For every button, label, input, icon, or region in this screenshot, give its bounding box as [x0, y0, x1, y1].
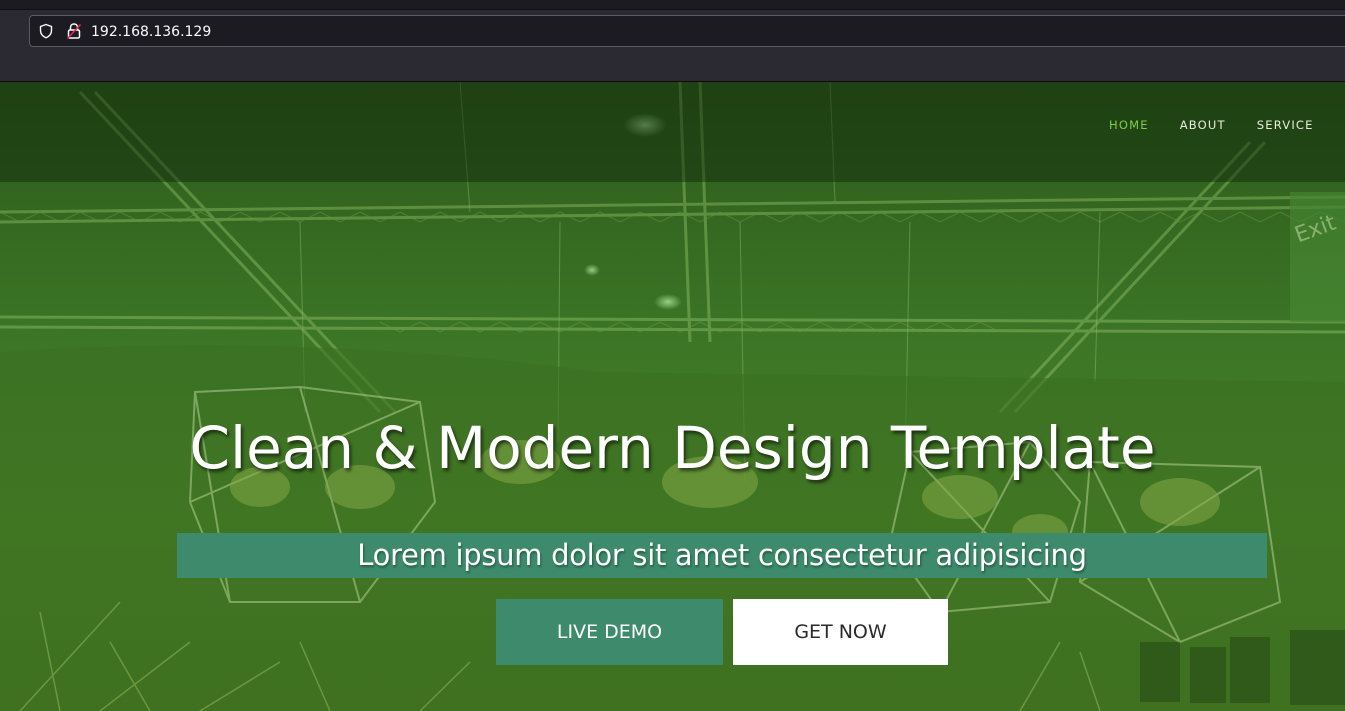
top-navbar: HOME ABOUT SERVICE	[0, 82, 1345, 182]
address-bar[interactable]: 192.168.136.129	[29, 15, 1345, 47]
nav-item-about: ABOUT	[1180, 116, 1226, 134]
nav-link-about[interactable]: ABOUT	[1180, 118, 1226, 132]
nav-link-service[interactable]: SERVICE	[1257, 118, 1314, 132]
nav-menu: HOME ABOUT SERVICE	[1109, 116, 1314, 134]
hero-subtitle: Lorem ipsum dolor sit amet consectetur a…	[357, 538, 1087, 572]
url-text: 192.168.136.129	[91, 24, 212, 40]
nav-item-service: SERVICE	[1257, 116, 1314, 134]
nav-item-home: HOME	[1109, 116, 1149, 134]
web-page: Exit	[0, 82, 1345, 711]
live-demo-button[interactable]: LIVE DEMO	[496, 599, 723, 665]
hero-title: Clean & Modern Design Template	[189, 414, 1156, 482]
nav-link-home[interactable]: HOME	[1109, 118, 1149, 132]
get-now-button[interactable]: GET NOW	[733, 599, 948, 665]
insecure-lock-icon[interactable]	[66, 22, 82, 40]
hero-subtitle-banner: Lorem ipsum dolor sit amet consectetur a…	[177, 533, 1267, 578]
browser-toolbar: 192.168.136.129	[0, 10, 1345, 82]
browser-titlebar	[0, 0, 1345, 10]
shield-icon[interactable]	[38, 23, 54, 39]
